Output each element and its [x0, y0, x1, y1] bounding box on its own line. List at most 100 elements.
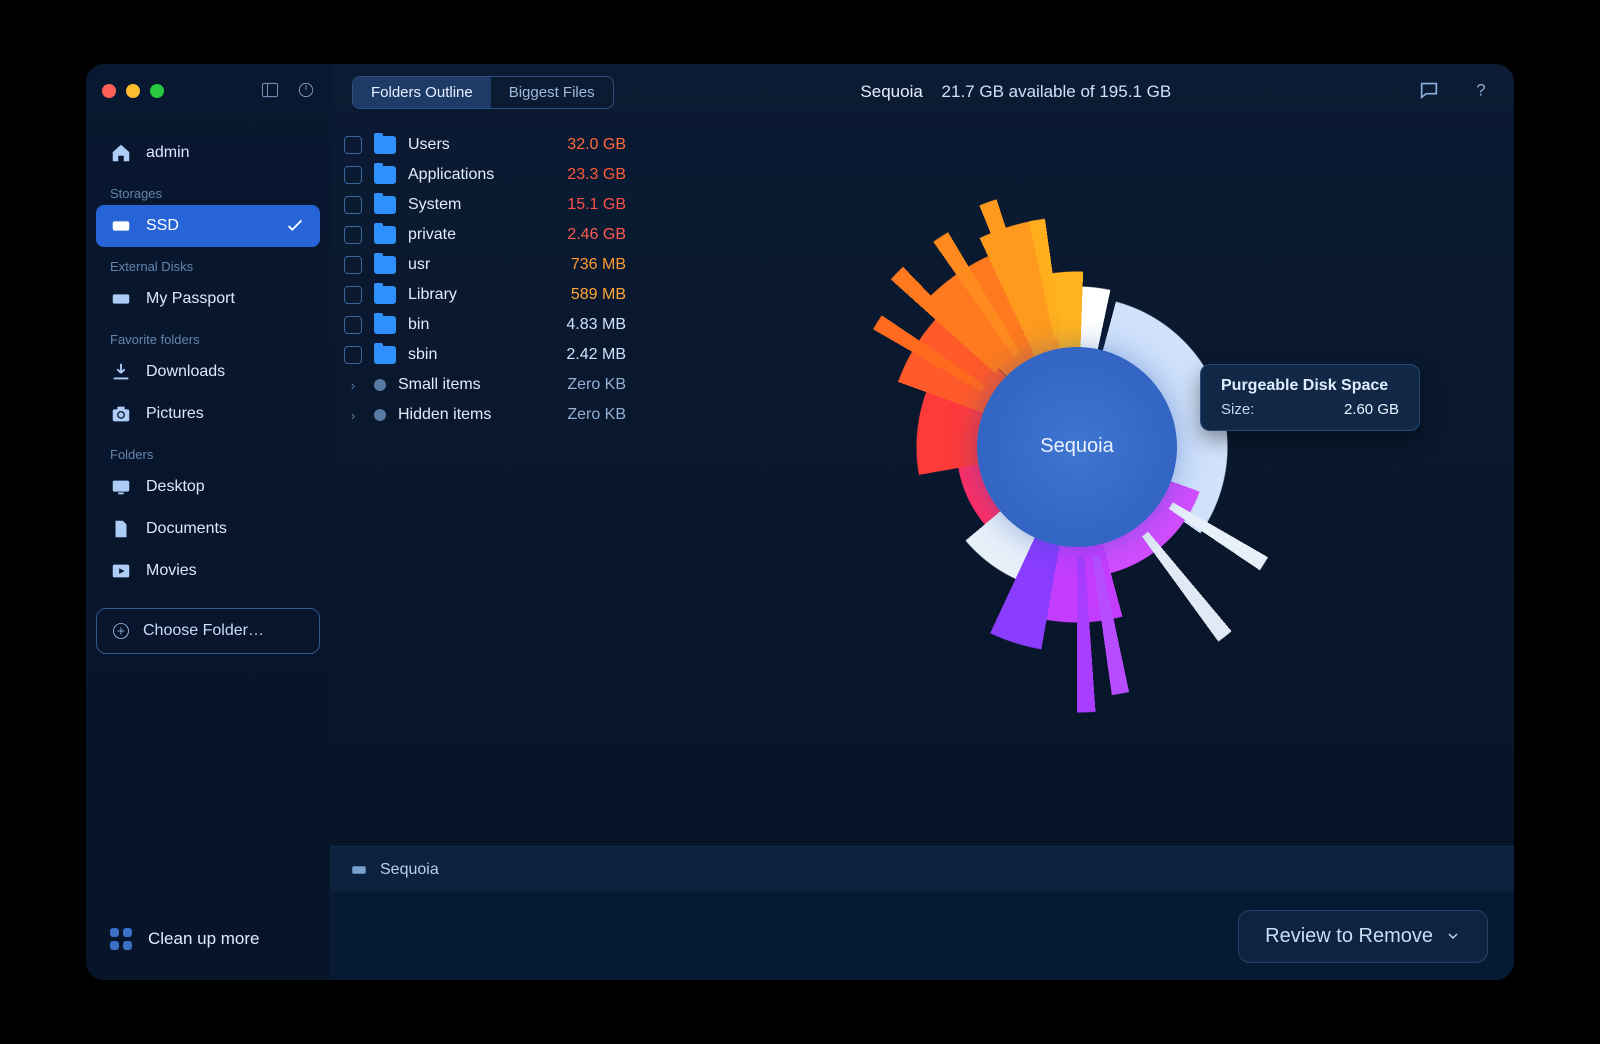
camera-icon [110, 403, 132, 425]
sidebar-item-label: Movies [146, 562, 197, 580]
list-item-size: Zero KB [546, 376, 626, 394]
dot-icon [374, 409, 386, 421]
sidebar-item-label: Desktop [146, 478, 205, 496]
list-item[interactable]: Library589 MB [330, 280, 634, 310]
plus-circle-icon [111, 621, 131, 641]
chevron-down-icon [1445, 928, 1461, 944]
apps-grid-icon [110, 928, 132, 950]
sidebar-item-home[interactable]: admin [96, 132, 320, 174]
checkbox[interactable] [344, 346, 362, 364]
toggle-sidebar-icon[interactable] [260, 80, 280, 105]
header-title: Sequoia 21.7 GB available of 195.1 GB [860, 82, 1171, 102]
list-item-label: Users [408, 136, 528, 154]
sidebar-item-label: Pictures [146, 405, 204, 423]
sidebar-item-ssd[interactable]: SSD [96, 205, 320, 247]
sidebar: admin Storages SSD External Disks My Pas… [86, 64, 330, 980]
folder-icon [374, 346, 396, 364]
checkbox[interactable] [344, 196, 362, 214]
list-item[interactable]: usr 736 MB [330, 250, 634, 280]
list-item[interactable]: Users 32.0 GB [330, 130, 634, 160]
folder-icon [374, 136, 396, 154]
tab-folders-outline[interactable]: Folders Outline [353, 77, 491, 108]
chevron-right-icon[interactable]: › [344, 408, 362, 423]
checkbox[interactable] [344, 256, 362, 274]
folder-icon [374, 226, 396, 244]
tooltip-size-value: 2.60 GB [1344, 401, 1399, 418]
tooltip: Purgeable Disk Space Size: 2.60 GB [1200, 364, 1420, 431]
folder-icon [374, 256, 396, 274]
cleanup-label: Clean up more [148, 929, 260, 949]
maximize-icon[interactable] [150, 84, 164, 98]
list-item-size: Zero KB [546, 406, 626, 424]
list-item[interactable]: bin4.83 MB [330, 310, 634, 340]
feedback-icon[interactable] [1418, 79, 1440, 106]
disk-icon [350, 861, 368, 879]
list-item-small[interactable]: › Small items Zero KB [330, 370, 634, 400]
list-item-label: usr [408, 256, 528, 274]
list-item[interactable]: System 15.1 GB [330, 190, 634, 220]
main-panel: Folders Outline Biggest Files Sequoia 21… [330, 64, 1514, 980]
sidebar-item-movies[interactable]: Movies [96, 550, 320, 592]
minimize-icon[interactable] [126, 84, 140, 98]
list-item-size: 4.83 MB [546, 316, 626, 334]
path-label: Sequoia [380, 861, 439, 879]
availability-text: 21.7 GB available of 195.1 GB [942, 82, 1172, 101]
sunburst-center[interactable]: Sequoia [977, 347, 1177, 547]
list-item-hidden[interactable]: › Hidden items Zero KB [330, 400, 634, 430]
sidebar-item-passport[interactable]: My Passport [96, 278, 320, 320]
sidebar-section-folders: Folders [96, 441, 320, 466]
folder-list: Users 32.0 GB Applications23.3 GB System 15.… [330, 120, 640, 846]
dot-icon [374, 379, 386, 391]
volume-name: Sequoia [860, 82, 922, 101]
sidebar-item-desktop[interactable]: Desktop [96, 466, 320, 508]
list-item-label: System [408, 196, 528, 214]
review-label: Review to Remove [1265, 925, 1433, 948]
sidebar-item-downloads[interactable]: Downloads [96, 351, 320, 393]
app-window: admin Storages SSD External Disks My Pas… [86, 64, 1514, 980]
tooltip-size-label: Size: [1221, 401, 1254, 418]
sidebar-item-label: admin [146, 144, 190, 162]
list-item-label: Small items [398, 376, 528, 394]
review-button[interactable]: Review to Remove [1238, 910, 1488, 963]
document-icon [110, 518, 132, 540]
tooltip-title: Purgeable Disk Space [1221, 377, 1399, 395]
help-icon[interactable]: ? [1470, 79, 1492, 106]
sidebar-section-storages: Storages [96, 180, 320, 205]
download-icon [110, 361, 132, 383]
tab-biggest-files[interactable]: Biggest Files [491, 77, 613, 108]
external-drive-icon [110, 288, 132, 310]
close-icon[interactable] [102, 84, 116, 98]
cleanup-button[interactable]: Clean up more [96, 914, 320, 964]
folder-icon [374, 286, 396, 304]
home-icon [110, 142, 132, 164]
list-item-label: private [408, 226, 528, 244]
checkbox[interactable] [344, 166, 362, 184]
list-item-label: Hidden items [398, 406, 528, 424]
list-item-size: 15.1 GB [546, 196, 626, 214]
list-item[interactable]: private2.46 GB [330, 220, 634, 250]
folder-icon [374, 316, 396, 334]
sidebar-item-pictures[interactable]: Pictures [96, 393, 320, 435]
sidebar-item-documents[interactable]: Documents [96, 508, 320, 550]
sunburst-viz[interactable]: Sequoia Purgeable Disk Space Size: 2.60 … [640, 120, 1514, 846]
chevron-right-icon[interactable]: › [344, 378, 362, 393]
sidebar-item-label: SSD [146, 217, 179, 235]
checkmark-icon [284, 215, 306, 237]
checkbox[interactable] [344, 226, 362, 244]
list-item-size: 589 MB [546, 286, 626, 304]
list-item-size: 32.0 GB [546, 136, 626, 154]
footer: Review to Remove [330, 892, 1514, 980]
choose-folder-button[interactable]: Choose Folder… [96, 608, 320, 654]
sidebar-section-favorite: Favorite folders [96, 326, 320, 351]
sidebar-item-label: My Passport [146, 290, 235, 308]
rescan-icon[interactable] [296, 80, 316, 105]
view-tabs: Folders Outline Biggest Files [352, 76, 614, 109]
checkbox[interactable] [344, 136, 362, 154]
list-item[interactable]: Applications23.3 GB [330, 160, 634, 190]
list-item-size: 736 MB [546, 256, 626, 274]
path-bar[interactable]: Sequoia [330, 846, 1514, 892]
desktop-icon [110, 476, 132, 498]
checkbox[interactable] [344, 286, 362, 304]
list-item[interactable]: sbin2.42 MB [330, 340, 634, 370]
checkbox[interactable] [344, 316, 362, 334]
